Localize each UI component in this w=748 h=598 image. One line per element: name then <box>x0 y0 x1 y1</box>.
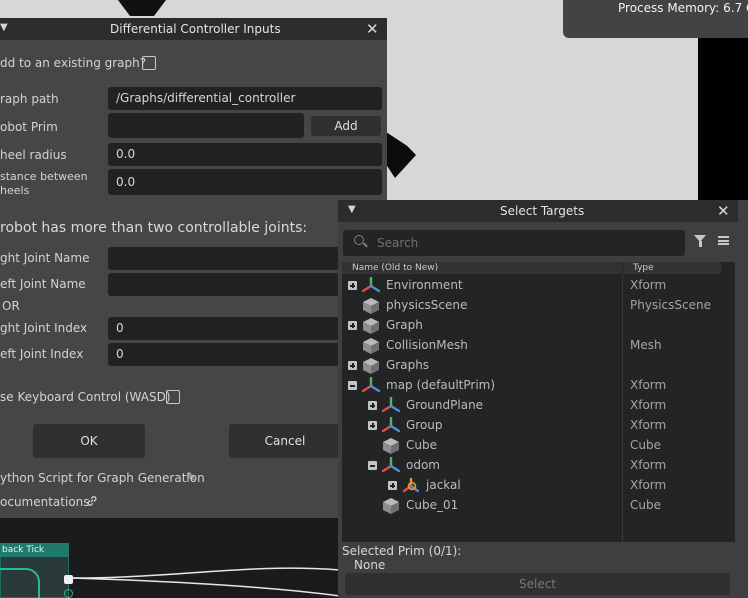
input-port[interactable] <box>64 589 73 598</box>
tick-icon <box>0 568 40 598</box>
xform-icon <box>381 396 401 413</box>
tree-row-name: GroundPlane <box>406 398 484 412</box>
tree-row-name: CollisionMesh <box>386 338 468 352</box>
tree-row-type: Xform <box>630 398 667 412</box>
close-icon[interactable]: ✕ <box>717 201 730 221</box>
right-joint-name-field[interactable] <box>108 247 340 270</box>
cube-icon <box>362 317 380 335</box>
tree-row-type: Mesh <box>630 338 662 352</box>
menu-icon[interactable] <box>718 236 729 245</box>
or-label: OR <box>2 299 20 313</box>
expand-icon[interactable] <box>388 481 397 490</box>
left-joint-index-field[interactable]: 0 <box>108 343 340 366</box>
wheel-distance-label-2: heels <box>0 184 30 197</box>
keyboard-control-label: se Keyboard Control (WASD) <box>0 390 171 404</box>
window-titlebar[interactable]: ▼ Select Targets ✕ <box>338 200 738 222</box>
wheel-distance-field[interactable]: 0.0 <box>108 169 382 195</box>
cube-icon <box>362 337 380 355</box>
graph-path-field[interactable]: /Graphs/differential_controller <box>108 87 382 110</box>
left-joint-index-label: eft Joint Index <box>0 347 84 361</box>
tree-row-name: map (defaultPrim) <box>386 378 496 392</box>
tree-row-name: odom <box>406 458 440 472</box>
triangle-down-icon[interactable]: ▼ <box>348 204 356 215</box>
documentation-link[interactable]: ocumentations <box>0 495 90 509</box>
tree-row-name: physicsScene <box>386 298 468 312</box>
tree-row-name: Group <box>406 418 443 432</box>
cube-icon <box>382 497 400 515</box>
python-script-link[interactable]: ython Script for Graph Generation <box>0 471 205 485</box>
filter-icon[interactable] <box>694 235 706 247</box>
xform-icon <box>381 416 401 433</box>
expand-icon[interactable] <box>348 281 357 290</box>
differential-controller-window: ▼ Differential Controller Inputs ✕ dd to… <box>0 18 387 518</box>
graph-path-label: raph path <box>0 92 59 106</box>
xform-icon <box>381 456 401 473</box>
tree-row-type: Xform <box>630 458 667 472</box>
wheel-radius-label: heel radius <box>0 148 67 162</box>
search-input[interactable]: Search <box>343 230 685 256</box>
xform-icon <box>361 276 381 293</box>
search-placeholder: Search <box>377 236 419 250</box>
joints-section-title: robot has more than two controllable joi… <box>0 220 308 236</box>
tree-row-name: Cube <box>406 438 437 452</box>
add-button[interactable]: Add <box>311 116 381 136</box>
add-existing-checkbox[interactable] <box>142 56 156 70</box>
search-icon <box>354 235 364 245</box>
selected-prim-label: Selected Prim (0/1): <box>342 544 462 558</box>
add-existing-label: dd to an existing graph? <box>0 56 147 70</box>
tree-row-type: Cube <box>630 438 661 452</box>
expand-icon[interactable] <box>368 421 377 430</box>
window-title: Select Targets <box>500 204 585 218</box>
output-port[interactable] <box>64 575 73 584</box>
wheel-distance-label: stance between <box>0 170 88 183</box>
ok-button[interactable]: OK <box>33 424 145 458</box>
tree-row-name: Environment <box>386 278 463 292</box>
tree-row-type: Xform <box>630 378 667 392</box>
link-icon[interactable] <box>86 495 98 507</box>
window-titlebar[interactable]: ▼ Differential Controller Inputs ✕ <box>0 18 387 40</box>
tree-row-type: Cube <box>630 498 661 512</box>
cube-icon <box>382 437 400 455</box>
column-header-name[interactable]: Name (Old to New) <box>342 262 622 274</box>
triangle-down-icon[interactable]: ▼ <box>0 22 8 33</box>
expand-icon[interactable] <box>348 321 357 330</box>
graph-node-title: back Tick <box>0 543 69 557</box>
xform-icon <box>361 376 381 393</box>
left-joint-name-field[interactable] <box>108 273 340 296</box>
collapse-icon[interactable] <box>368 461 377 470</box>
expand-icon[interactable] <box>368 401 377 410</box>
tree-row-type: Xform <box>630 278 667 292</box>
tree-row-type: Xform <box>630 418 667 432</box>
tree-row-type: PhysicsScene <box>630 298 711 312</box>
cancel-button[interactable]: Cancel <box>229 424 341 458</box>
tree-row-type: Xform <box>630 478 667 492</box>
expand-icon[interactable] <box>348 361 357 370</box>
process-memory-readout: Process Memory: 6.7 GiB <box>618 1 748 15</box>
tree-row-name: Cube_01 <box>406 498 459 512</box>
right-joint-index-field[interactable]: 0 <box>108 317 340 340</box>
tree-row-name: Graphs <box>386 358 430 372</box>
collapse-icon[interactable] <box>348 381 357 390</box>
edit-icon[interactable]: ✎ <box>186 470 196 484</box>
robot-prim-label: obot Prim <box>0 120 58 134</box>
robot-prim-field[interactable] <box>108 113 304 138</box>
select-button[interactable]: Select <box>345 573 730 595</box>
select-targets-window: ▼ Select Targets ✕ Search Name (Old to N… <box>338 200 748 598</box>
xform-orange-icon <box>402 477 420 493</box>
tree-row-name: jackal <box>426 478 461 492</box>
selected-prim-value: None <box>354 558 386 572</box>
keyboard-control-checkbox[interactable] <box>166 390 180 404</box>
right-joint-index-label: ght Joint Index <box>0 321 88 335</box>
close-icon[interactable]: ✕ <box>366 19 379 39</box>
window-title: Differential Controller Inputs <box>110 22 281 36</box>
tree-row-name: Graph <box>386 318 423 332</box>
left-joint-name-label: eft Joint Name <box>0 277 86 291</box>
cube-icon <box>362 297 380 315</box>
column-header-type[interactable]: Type <box>623 262 721 274</box>
right-joint-name-label: ght Joint Name <box>0 251 90 265</box>
cube-icon <box>362 357 380 375</box>
wheel-radius-field[interactable]: 0.0 <box>108 143 382 166</box>
